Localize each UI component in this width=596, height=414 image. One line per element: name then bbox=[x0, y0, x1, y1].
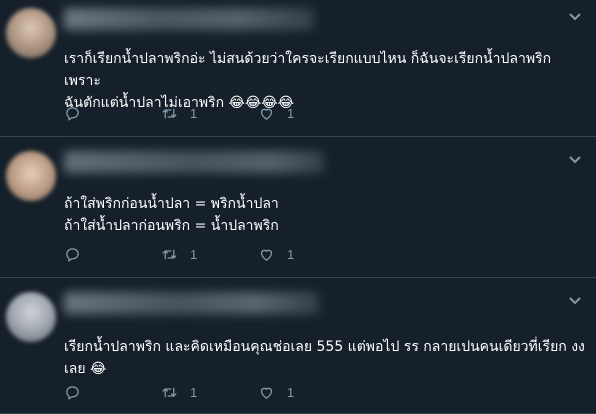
reply-icon bbox=[64, 105, 81, 122]
like-button[interactable]: 1 bbox=[258, 382, 294, 402]
reply-button[interactable] bbox=[64, 382, 93, 402]
retweet-button[interactable]: 1 bbox=[161, 244, 197, 264]
like-count: 1 bbox=[287, 384, 295, 400]
like-button[interactable]: 1 bbox=[258, 244, 294, 264]
blurred-author-name[interactable] bbox=[64, 8, 314, 30]
tweet-actions: 1 1 bbox=[64, 103, 364, 123]
reply-button[interactable] bbox=[64, 244, 93, 264]
retweet-icon bbox=[161, 105, 178, 122]
tweet-text: ถ้าใส่พริกก่อนน้ำปลา = พริกน้ำปลา ถ้าใส่… bbox=[64, 196, 279, 234]
tweet[interactable]: ถ้าใส่พริกก่อนน้ำปลา = พริกน้ำปลา ถ้าใส่… bbox=[0, 137, 596, 278]
retweet-button[interactable]: 1 bbox=[161, 382, 197, 402]
chevron-down-icon[interactable] bbox=[568, 155, 582, 165]
tweet-text: เรียกน้ำปลาพริก และคิดเหมือนคุณช่อเลย 55… bbox=[64, 339, 585, 377]
retweet-icon bbox=[161, 246, 178, 263]
heart-icon bbox=[258, 384, 275, 401]
reply-icon bbox=[64, 246, 81, 263]
like-button[interactable]: 1 bbox=[258, 103, 294, 123]
like-count: 1 bbox=[287, 105, 295, 121]
reply-icon bbox=[64, 384, 81, 401]
retweet-button[interactable]: 1 bbox=[161, 103, 197, 123]
retweet-icon bbox=[161, 384, 178, 401]
avatar[interactable] bbox=[6, 292, 56, 342]
blurred-author-name[interactable] bbox=[64, 151, 324, 173]
heart-icon bbox=[258, 246, 275, 263]
chevron-down-icon[interactable] bbox=[568, 12, 582, 22]
retweet-count: 1 bbox=[190, 105, 198, 121]
reply-button[interactable] bbox=[64, 103, 93, 123]
tweet[interactable]: เรียกน้ำปลาพริก และคิดเหมือนคุณช่อเลย 55… bbox=[0, 278, 596, 414]
avatar[interactable] bbox=[6, 8, 56, 58]
tweet-actions: 1 1 bbox=[64, 244, 364, 264]
blurred-author-name[interactable] bbox=[64, 292, 319, 314]
heart-icon bbox=[258, 105, 275, 122]
tweet[interactable]: เราก็เรียกน้ำปลาพริกอ่ะ ไม่สนด้วยว่าใครจ… bbox=[0, 0, 596, 137]
tweet-actions: 1 1 bbox=[64, 382, 364, 402]
chevron-down-icon[interactable] bbox=[568, 296, 582, 306]
avatar[interactable] bbox=[6, 151, 56, 201]
like-count: 1 bbox=[287, 246, 295, 262]
tweet-feed: เราก็เรียกน้ำปลาพริกอ่ะ ไม่สนด้วยว่าใครจ… bbox=[0, 0, 596, 414]
retweet-count: 1 bbox=[190, 384, 198, 400]
retweet-count: 1 bbox=[190, 246, 198, 262]
